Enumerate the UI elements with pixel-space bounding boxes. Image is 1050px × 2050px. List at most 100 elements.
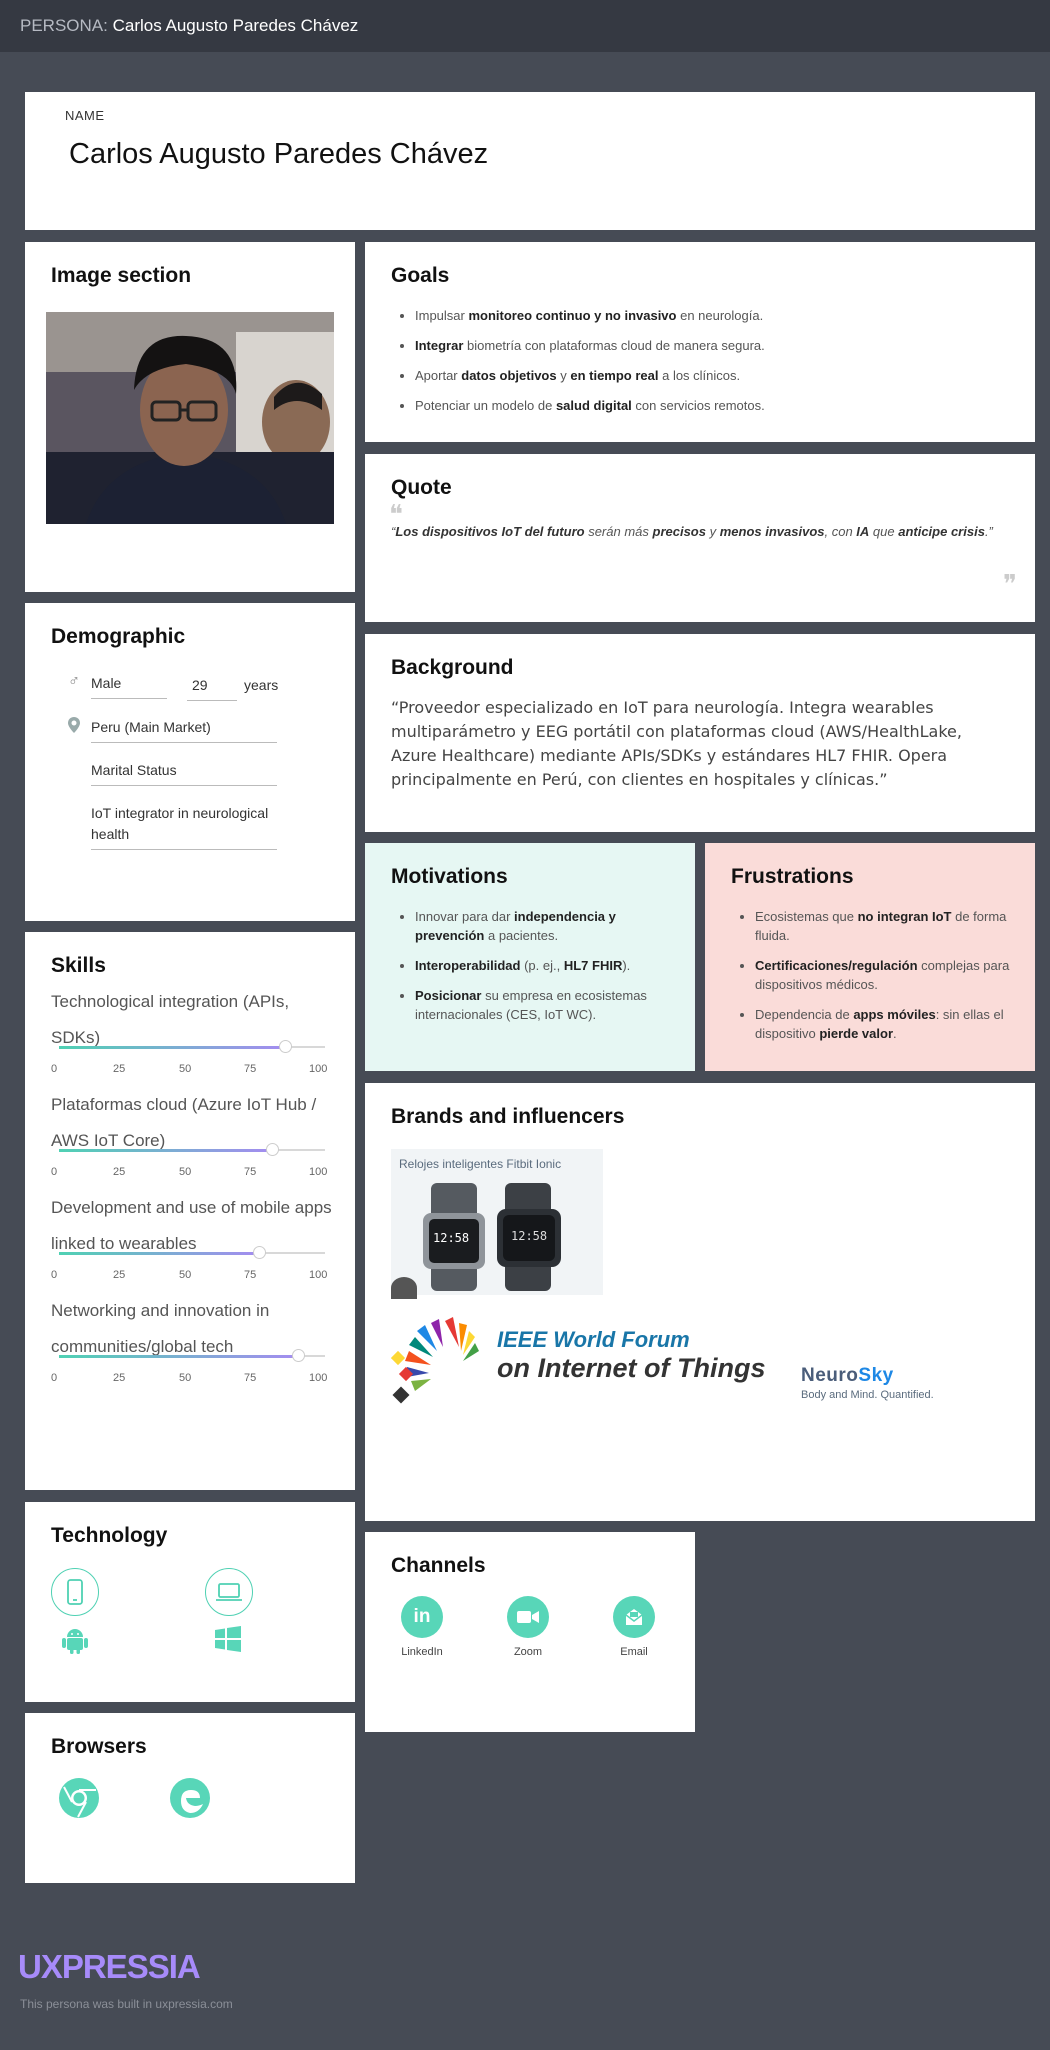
- zoom-icon[interactable]: [507, 1596, 549, 1638]
- fitbit-caption: Relojes inteligentes Fitbit Ionic: [399, 1157, 562, 1171]
- skill-scale-tick: 50: [179, 1166, 192, 1178]
- skill-scale-tick: 0: [51, 1063, 58, 1075]
- chrome-icon[interactable]: [58, 1777, 100, 1824]
- motivations-card: Motivations Innovar para dar independenc…: [365, 843, 695, 1071]
- frustrations-item[interactable]: Dependencia de apps móviles: sin ellas e…: [755, 1005, 1016, 1043]
- brands-title: Brands and influencers: [391, 1105, 625, 1128]
- frustrations-item-text: Ecosistemas que: [755, 909, 858, 924]
- persona-name: Carlos Augusto Paredes Chávez: [112, 16, 359, 35]
- skill-scale-tick: 0: [51, 1372, 58, 1384]
- age-field[interactable]: 29: [192, 677, 208, 693]
- skills-title: Skills: [51, 954, 106, 977]
- goals-item-text: con servicios remotos.: [631, 398, 765, 413]
- frustrations-item-text: .: [893, 1026, 897, 1041]
- motivations-item-text: a pacientes.: [484, 928, 559, 943]
- demographic-card: Demographic ♂ Male 29 years Peru (Main M…: [25, 603, 355, 921]
- skill-scale-tick: 75: [244, 1372, 257, 1384]
- goals-item-text: Integrar: [415, 338, 464, 353]
- motivations-item-text: HL7 FHIR: [563, 958, 623, 973]
- skill-slider[interactable]: [59, 1040, 325, 1053]
- goals-item[interactable]: Integrar biometría con plataformas cloud…: [415, 336, 1001, 355]
- android-icon[interactable]: [62, 1626, 88, 1659]
- skill-scale-tick: 25: [113, 1063, 126, 1075]
- linkedin-icon[interactable]: in: [401, 1596, 443, 1638]
- neurosky-wordmark: NeuroSky: [801, 1365, 961, 1387]
- goals-item[interactable]: Potenciar un modelo de salud digital con…: [415, 396, 1001, 415]
- skill-slider-handle[interactable]: [279, 1040, 293, 1053]
- ieee-wf-iot-logo[interactable]: IEEE World Forum on Internet of Things: [390, 1309, 796, 1411]
- fitbit-ionic-logo[interactable]: Relojes inteligentes Fitbit Ionic 12:58 …: [391, 1149, 603, 1299]
- goals-item-text: Aportar: [415, 368, 462, 383]
- neurosky-logo[interactable]: NeuroSky Body and Mind. Quantified.: [801, 1365, 961, 1415]
- background-text[interactable]: “Proveedor especializado en IoT para neu…: [391, 696, 1011, 792]
- skill-slider[interactable]: [59, 1246, 325, 1259]
- background-card: Background “Proveedor especializado en I…: [365, 634, 1035, 832]
- name-card: NAME Carlos Augusto Paredes Chávez: [25, 92, 1035, 230]
- goals-list: Impulsar monitoreo continuo y no invasiv…: [391, 306, 1001, 426]
- occupation-field[interactable]: IoT integrator in neurological health: [91, 803, 271, 845]
- quote-text[interactable]: “Los dispositivos IoT del futuro serán m…: [391, 522, 1011, 542]
- goals-item-text: datos objetivos: [461, 368, 557, 383]
- age-unit: years: [244, 677, 279, 693]
- goals-title: Goals: [391, 264, 450, 287]
- skill-scale-tick: 100: [309, 1372, 328, 1384]
- motivations-item-text: (p. ej.,: [520, 958, 564, 973]
- skill-slider-fill: [59, 1252, 259, 1255]
- motivations-title: Motivations: [391, 865, 508, 888]
- skill-slider[interactable]: [59, 1349, 325, 1362]
- browsers-title: Browsers: [51, 1735, 147, 1758]
- skill-scale-tick: 100: [309, 1269, 328, 1281]
- motivations-item-text: Interoperabilidad: [415, 958, 521, 973]
- skill-scale-tick: 100: [309, 1166, 328, 1178]
- skill-scale-tick: 50: [179, 1372, 192, 1384]
- frustrations-item-text: Dependencia de: [755, 1007, 854, 1022]
- motivations-item-text: ).: [622, 958, 631, 973]
- laptop-icon[interactable]: [205, 1568, 253, 1616]
- motivations-item[interactable]: Innovar para dar independencia y prevenc…: [415, 907, 676, 945]
- goals-item[interactable]: Impulsar monitoreo continuo y no invasiv…: [415, 306, 1001, 325]
- skill-slider-handle[interactable]: [265, 1143, 279, 1156]
- technology-card: Technology: [25, 1502, 355, 1702]
- edge-icon[interactable]: [169, 1777, 211, 1824]
- persona-full-name[interactable]: Carlos Augusto Paredes Chávez: [69, 136, 489, 172]
- smartphone-icon[interactable]: [51, 1568, 99, 1616]
- goals-item-text: a los clínicos.: [658, 368, 741, 383]
- skill-scale-tick: 0: [51, 1269, 58, 1281]
- skill-scale-tick: 25: [113, 1269, 126, 1281]
- skill-slider-fill: [59, 1355, 299, 1358]
- frustrations-card: Frustrations Ecosistemas que no integran…: [705, 843, 1035, 1071]
- frustrations-item[interactable]: Certificaciones/regulación complejas par…: [755, 956, 1016, 994]
- windows-icon[interactable]: [215, 1626, 241, 1657]
- motivations-item[interactable]: Posicionar su empresa en ecosistemas int…: [415, 986, 676, 1024]
- persona-prefix: PERSONA:: [20, 16, 108, 35]
- channel-label-linkedin: LinkedIn: [401, 1646, 443, 1658]
- goals-item-text: Impulsar: [415, 308, 469, 323]
- skill-scale-tick: 50: [179, 1063, 192, 1075]
- marital-status-field[interactable]: Marital Status: [91, 762, 177, 778]
- location-field[interactable]: Peru (Main Market): [91, 719, 211, 735]
- footer-note: This persona was built in uxpressia.com: [20, 1997, 233, 2011]
- goals-item-text: salud digital: [555, 398, 632, 413]
- skill-slider[interactable]: [59, 1143, 325, 1156]
- male-icon: ♂: [68, 673, 80, 690]
- goals-item[interactable]: Aportar datos objetivos y en tiempo real…: [415, 366, 1001, 385]
- name-label: NAME: [65, 108, 105, 123]
- uxpressia-logo[interactable]: UXPRESSIA: [18, 1948, 201, 1986]
- channels-card: Channels in LinkedIn Zoom Email: [365, 1532, 695, 1732]
- skill-slider-fill: [59, 1046, 286, 1049]
- close-quote-icon: ❞: [1003, 570, 1017, 600]
- camera-icon: [391, 1277, 417, 1299]
- frustrations-item[interactable]: Ecosistemas que no integran IoT de forma…: [755, 907, 1016, 945]
- skill-scale-tick: 0: [51, 1166, 58, 1178]
- skill-scale-tick: 50: [179, 1269, 192, 1281]
- channels-title: Channels: [391, 1554, 486, 1577]
- ieee-line-2: on Internet of Things: [497, 1353, 766, 1383]
- gender-field[interactable]: Male: [91, 675, 121, 691]
- email-icon[interactable]: [613, 1596, 655, 1638]
- demographic-title: Demographic: [51, 625, 186, 648]
- skill-scale-tick: 75: [244, 1269, 257, 1281]
- persona-photo[interactable]: [46, 312, 334, 524]
- skill-scale-tick: 25: [113, 1372, 126, 1384]
- skill-slider-handle[interactable]: [252, 1246, 266, 1259]
- motivations-item[interactable]: Interoperabilidad (p. ej., HL7 FHIR).: [415, 956, 676, 975]
